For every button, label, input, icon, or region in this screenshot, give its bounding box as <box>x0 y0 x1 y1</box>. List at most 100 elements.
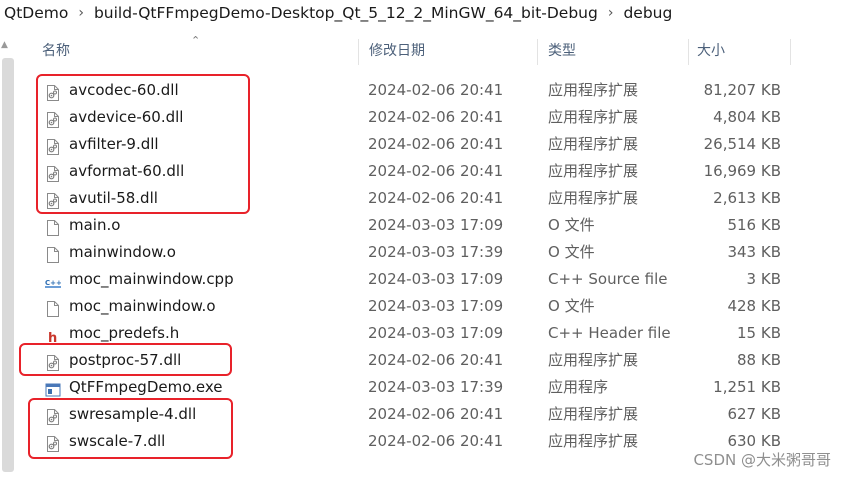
file-row[interactable]: avutil-58.dll 2024-02-06 20:41 应用程序扩展 2,613… <box>42 185 802 212</box>
file-modified-date: 2024-03-03 17:09 <box>368 324 504 342</box>
dll-icon <box>45 110 61 128</box>
file-modified-date: 2024-03-03 17:39 <box>368 378 504 396</box>
file-type: 应用程序扩展 <box>548 405 639 423</box>
header-file-icon: h <box>45 326 61 346</box>
column-divider[interactable] <box>537 39 538 65</box>
file-size: 1,251 KB <box>713 378 781 396</box>
file-type: C++ Header file <box>548 324 671 342</box>
file-type: 应用程序扩展 <box>548 162 639 180</box>
file-name: avformat-60.dll <box>69 162 185 180</box>
breadcrumb-item[interactable]: debug <box>619 4 676 22</box>
column-divider[interactable] <box>688 39 689 65</box>
file-name: mainwindow.o <box>69 243 176 261</box>
file-size: 4,804 KB <box>713 108 781 126</box>
dll-icon <box>45 137 61 155</box>
file-name: avcodec-60.dll <box>69 81 179 99</box>
column-size-header[interactable]: 大小 <box>697 34 725 68</box>
file-row[interactable]: swscale-7.dll 2024-02-06 20:41 应用程序扩展 630 K… <box>42 428 802 455</box>
file-name: swresample-4.dll <box>69 405 197 423</box>
dll-icon <box>45 407 61 425</box>
blank-file-icon <box>45 245 61 263</box>
dll-icon <box>45 191 61 209</box>
blank-file-icon <box>45 299 61 317</box>
column-type-header[interactable]: 类型 <box>548 34 576 68</box>
file-size: 15 KB <box>737 324 781 342</box>
file-type: O 文件 <box>548 297 595 315</box>
file-name: postproc-57.dll <box>69 351 182 369</box>
file-row[interactable]: swresample-4.dll 2024-02-06 20:41 应用程序扩展 62… <box>42 401 802 428</box>
file-modified-date: 2024-02-06 20:41 <box>368 108 504 126</box>
file-row[interactable]: h moc_predefs.h 2024-03-03 17:09 C++ Header… <box>42 320 802 347</box>
file-row[interactable]: moc_mainwindow.o 2024-03-03 17:09 O 文件 428 … <box>42 293 802 320</box>
file-type: 应用程序扩展 <box>548 189 639 207</box>
file-name: avfilter-9.dll <box>69 135 159 153</box>
dll-icon <box>45 353 61 371</box>
file-modified-date: 2024-02-06 20:41 <box>368 432 504 450</box>
exe-icon <box>45 380 61 397</box>
svg-text:C++: C++ <box>45 279 61 287</box>
file-modified-date: 2024-02-06 20:41 <box>368 162 504 180</box>
file-modified-date: 2024-02-06 20:41 <box>368 81 504 99</box>
column-divider[interactable] <box>790 39 791 65</box>
file-type: O 文件 <box>548 243 595 261</box>
file-size: 627 KB <box>727 405 781 423</box>
file-modified-date: 2024-02-06 20:41 <box>368 135 504 153</box>
file-row[interactable]: avdevice-60.dll 2024-02-06 20:41 应用程序扩展 4,8… <box>42 104 802 131</box>
svg-text:h: h <box>48 331 57 344</box>
file-row[interactable]: avformat-60.dll 2024-02-06 20:41 应用程序扩展 16,… <box>42 158 802 185</box>
file-row[interactable]: postproc-57.dll 2024-02-06 20:41 应用程序扩展 88 … <box>42 347 802 374</box>
watermark: CSDN @大米粥哥哥 <box>693 451 831 469</box>
blank-file-icon <box>45 218 61 236</box>
file-size: 26,514 KB <box>703 135 781 153</box>
file-row[interactable]: avfilter-9.dll 2024-02-06 20:41 应用程序扩展 26,5… <box>42 131 802 158</box>
file-size: 343 KB <box>727 243 781 261</box>
file-modified-date: 2024-03-03 17:09 <box>368 270 504 288</box>
file-row[interactable]: mainwindow.o 2024-03-03 17:39 O 文件 343 KB <box>42 239 802 266</box>
breadcrumb-item[interactable]: build-QtFFmpegDemo-Desktop_Qt_5_12_2_Min… <box>90 4 602 22</box>
file-size: 428 KB <box>727 297 781 315</box>
file-modified-date: 2024-02-06 20:41 <box>368 189 504 207</box>
file-name: swscale-7.dll <box>69 432 166 450</box>
file-row[interactable]: C++ moc_mainwindow.cpp 2024-03-03 17:09 C++… <box>42 266 802 293</box>
file-name: QtFFmpegDemo.exe <box>69 378 223 396</box>
file-type: 应用程序 <box>548 378 609 396</box>
file-type: C++ Source file <box>548 270 668 288</box>
file-type: 应用程序扩展 <box>548 135 639 153</box>
file-size: 516 KB <box>727 216 781 234</box>
dll-icon <box>45 434 61 452</box>
column-header: 名称 修改日期 类型 大小 <box>0 34 847 68</box>
file-row[interactable]: avcodec-60.dll 2024-02-06 20:41 应用程序扩展 81,2… <box>42 77 802 104</box>
chevron-right-icon: › <box>78 5 84 21</box>
file-type: O 文件 <box>548 216 595 234</box>
file-row[interactable]: main.o 2024-03-03 17:09 O 文件 516 KB <box>42 212 802 239</box>
file-size: 2,613 KB <box>713 189 781 207</box>
file-size: 3 KB <box>746 270 781 288</box>
file-name: avdevice-60.dll <box>69 108 184 126</box>
file-modified-date: 2024-02-06 20:41 <box>368 351 504 369</box>
file-modified-date: 2024-03-03 17:09 <box>368 297 504 315</box>
file-type: 应用程序扩展 <box>548 432 639 450</box>
column-date-header[interactable]: 修改日期 <box>369 34 425 68</box>
file-name: moc_predefs.h <box>69 324 180 342</box>
file-modified-date: 2024-03-03 17:09 <box>368 216 504 234</box>
chevron-right-icon: › <box>607 5 614 21</box>
dll-icon <box>45 164 61 182</box>
file-name: main.o <box>69 216 121 234</box>
file-name: avutil-58.dll <box>69 189 158 207</box>
file-type: 应用程序扩展 <box>548 81 639 99</box>
column-name-header[interactable]: 名称 <box>42 34 70 68</box>
scrollbar-thumb[interactable] <box>2 58 14 472</box>
file-size: 16,969 KB <box>703 162 781 180</box>
dll-icon <box>45 83 61 101</box>
file-size: 88 KB <box>737 351 781 369</box>
file-name: moc_mainwindow.o <box>69 297 216 315</box>
file-name: moc_mainwindow.cpp <box>69 270 234 288</box>
file-type: 应用程序扩展 <box>548 108 639 126</box>
breadcrumb-item[interactable]: QtDemo <box>0 4 72 22</box>
file-modified-date: 2024-02-06 20:41 <box>368 405 504 423</box>
breadcrumb: QtDemo › build-QtFFmpegDemo-Desktop_Qt_5… <box>0 0 847 26</box>
file-modified-date: 2024-03-03 17:39 <box>368 243 504 261</box>
column-divider[interactable] <box>358 39 359 65</box>
file-row[interactable]: QtFFmpegDemo.exe 2024-03-03 17:39 应用程序 1,25… <box>42 374 802 401</box>
file-type: 应用程序扩展 <box>548 351 639 369</box>
